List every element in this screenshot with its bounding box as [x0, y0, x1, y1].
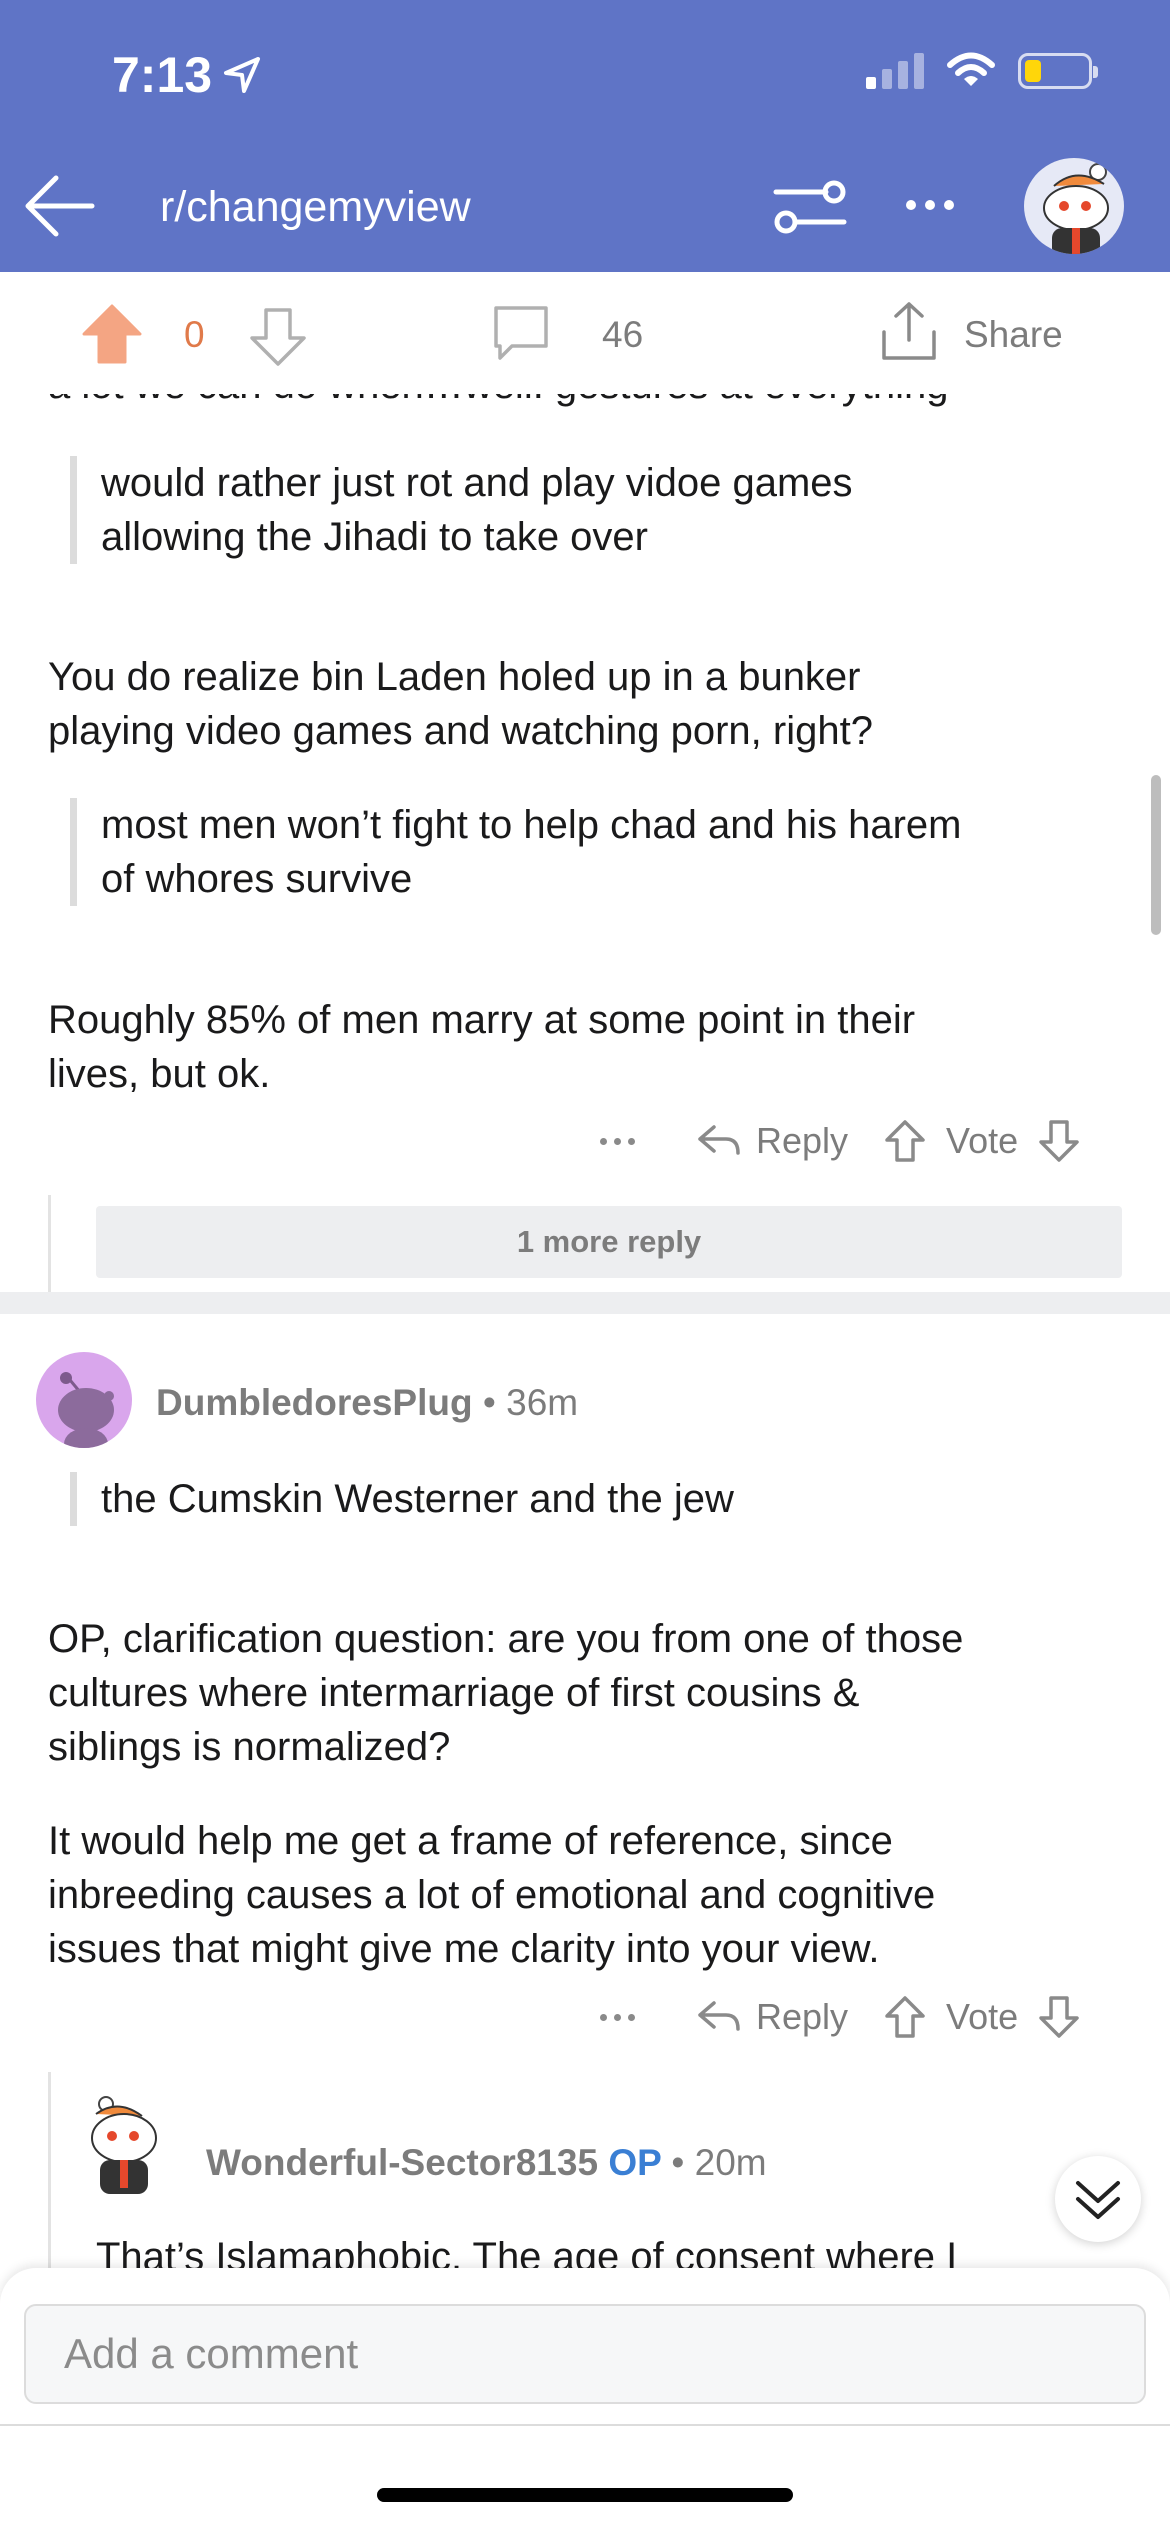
sort-filter-icon — [773, 180, 847, 234]
scroll-down-button[interactable] — [1055, 2156, 1141, 2242]
quote-line: most men won’t fight to help chad and hi… — [101, 803, 962, 847]
quote-line: of whores survive — [101, 857, 413, 901]
downvote-button[interactable] — [1036, 1994, 1082, 2040]
more-options-icon[interactable] — [600, 1137, 660, 1145]
comment-paragraph: OP, clarification question: are you from… — [48, 1612, 963, 1774]
back-arrow-icon — [25, 175, 95, 237]
location-arrow-icon — [224, 57, 261, 93]
more-replies-button[interactable]: 1 more reply — [96, 1206, 1122, 1278]
paragraph-line: You do realize bin Laden holed up in a b… — [48, 655, 861, 699]
wifi-icon — [947, 52, 995, 86]
blockquote: would rather just rot and play vidoe gam… — [70, 456, 853, 564]
comment-time: 20m — [694, 2142, 767, 2183]
avatar[interactable] — [36, 1352, 132, 1448]
upvote-button[interactable] — [882, 1118, 928, 1164]
paragraph-line: issues that might give me clarity into y… — [48, 1927, 880, 1971]
share-label[interactable]: Share — [964, 314, 1063, 356]
post-action-bar: 0 46 Share — [0, 272, 1170, 394]
thread-line — [48, 1195, 51, 1293]
dot-icon — [906, 200, 916, 210]
username[interactable]: Wonderful-Sector8135 — [206, 2142, 598, 2183]
comment-paragraph: It would help me get a frame of referenc… — [48, 1814, 935, 1976]
more-options-button[interactable] — [893, 180, 967, 230]
upvote-button[interactable] — [882, 1994, 928, 2040]
battery-icon — [1018, 53, 1098, 89]
comment-time: 36m — [506, 1382, 579, 1423]
op-badge: OP — [608, 2142, 662, 2183]
reply-button[interactable]: Reply — [696, 1990, 848, 2044]
upvote-icon — [82, 304, 142, 364]
sort-filter-button[interactable] — [770, 172, 850, 242]
scrollbar[interactable] — [1151, 775, 1161, 935]
subreddit-title[interactable]: r/changemyview — [160, 183, 471, 232]
paragraph-line: inbreeding causes a lot of emotional and… — [48, 1873, 936, 1917]
avatar[interactable] — [80, 2094, 176, 2200]
home-indicator[interactable] — [377, 2488, 793, 2502]
paragraph-line: playing video games and watching porn, r… — [48, 709, 873, 753]
quote-line: allowing the Jihadi to take over — [101, 515, 648, 559]
downvote-icon — [1039, 1120, 1079, 1162]
status-icons — [866, 52, 1098, 90]
vote-label: Vote — [946, 1120, 1019, 1161]
comment-paragraph: Roughly 85% of men marry at some point i… — [48, 993, 915, 1101]
comment-author[interactable]: Wonderful-Sector8135 OP • 20m — [206, 2136, 767, 2190]
double-chevron-down-icon — [1076, 2181, 1120, 2219]
share-button[interactable] — [878, 298, 940, 364]
comment-bubble-icon — [494, 306, 548, 360]
comment-composer — [0, 2268, 1170, 2532]
status-time: 7:13 — [112, 46, 262, 104]
comment-actions: Reply Vote — [600, 1111, 1082, 1171]
paragraph-line: cultures where intermarriage of first co… — [48, 1671, 860, 1715]
share-icon — [882, 302, 936, 360]
user-avatar[interactable] — [1024, 158, 1124, 254]
paragraph-line: lives, but ok. — [48, 1052, 271, 1096]
clock-text: 7:13 — [112, 47, 213, 103]
upvote-icon — [885, 1120, 925, 1162]
dot-icon — [925, 200, 935, 210]
quote-line: the Cumskin Westerner and the jew — [101, 1477, 734, 1521]
comment-input[interactable] — [24, 2304, 1146, 2404]
divider — [0, 2424, 1170, 2426]
reply-label: Reply — [756, 1120, 849, 1161]
reply-icon — [698, 1125, 740, 1155]
upvote-icon — [885, 1996, 925, 2038]
comment-separator — [0, 1292, 1170, 1314]
username[interactable]: DumbledoresPlug — [156, 1382, 473, 1423]
reply-label: Reply — [756, 1996, 849, 2037]
snoo-avatar-icon — [91, 2096, 157, 2194]
vote-label: Vote — [946, 1996, 1019, 2037]
signal-icon — [866, 53, 924, 89]
reply-icon — [698, 2001, 740, 2031]
downvote-button[interactable] — [1036, 1118, 1082, 1164]
paragraph-line: siblings is normalized? — [48, 1725, 451, 1769]
thread-line — [48, 2072, 51, 2282]
back-button[interactable] — [20, 170, 100, 242]
downvote-button[interactable] — [246, 304, 310, 368]
comment-paragraph: You do realize bin Laden holed up in a b… — [48, 650, 873, 758]
comment-author[interactable]: DumbledoresPlug • 36m — [156, 1376, 578, 1430]
comment-actions: Reply Vote — [600, 1987, 1082, 2047]
comments-button[interactable] — [490, 302, 552, 364]
reply-button[interactable]: Reply — [696, 1114, 848, 1168]
upvote-button[interactable] — [80, 302, 144, 366]
paragraph-line: It would help me get a frame of referenc… — [48, 1819, 893, 1863]
paragraph-line: Roughly 85% of men marry at some point i… — [48, 998, 916, 1042]
blockquote: most men won’t fight to help chad and hi… — [70, 798, 961, 906]
downvote-icon — [250, 308, 306, 366]
downvote-icon — [1039, 1996, 1079, 2038]
dot-icon — [944, 200, 954, 210]
blockquote: the Cumskin Westerner and the jew — [70, 1472, 734, 1526]
vote-score: 0 — [184, 314, 205, 355]
app-header: 7:13 r/changemyview — [0, 0, 1170, 272]
snoo-avatar-icon — [1043, 163, 1109, 254]
more-options-icon[interactable] — [600, 2013, 660, 2021]
comment-count: 46 — [602, 314, 644, 355]
paragraph-line: OP, clarification question: are you from… — [48, 1617, 964, 1661]
snoo-avatar-icon — [58, 1372, 114, 1448]
quote-line: would rather just rot and play vidoe gam… — [101, 461, 853, 505]
